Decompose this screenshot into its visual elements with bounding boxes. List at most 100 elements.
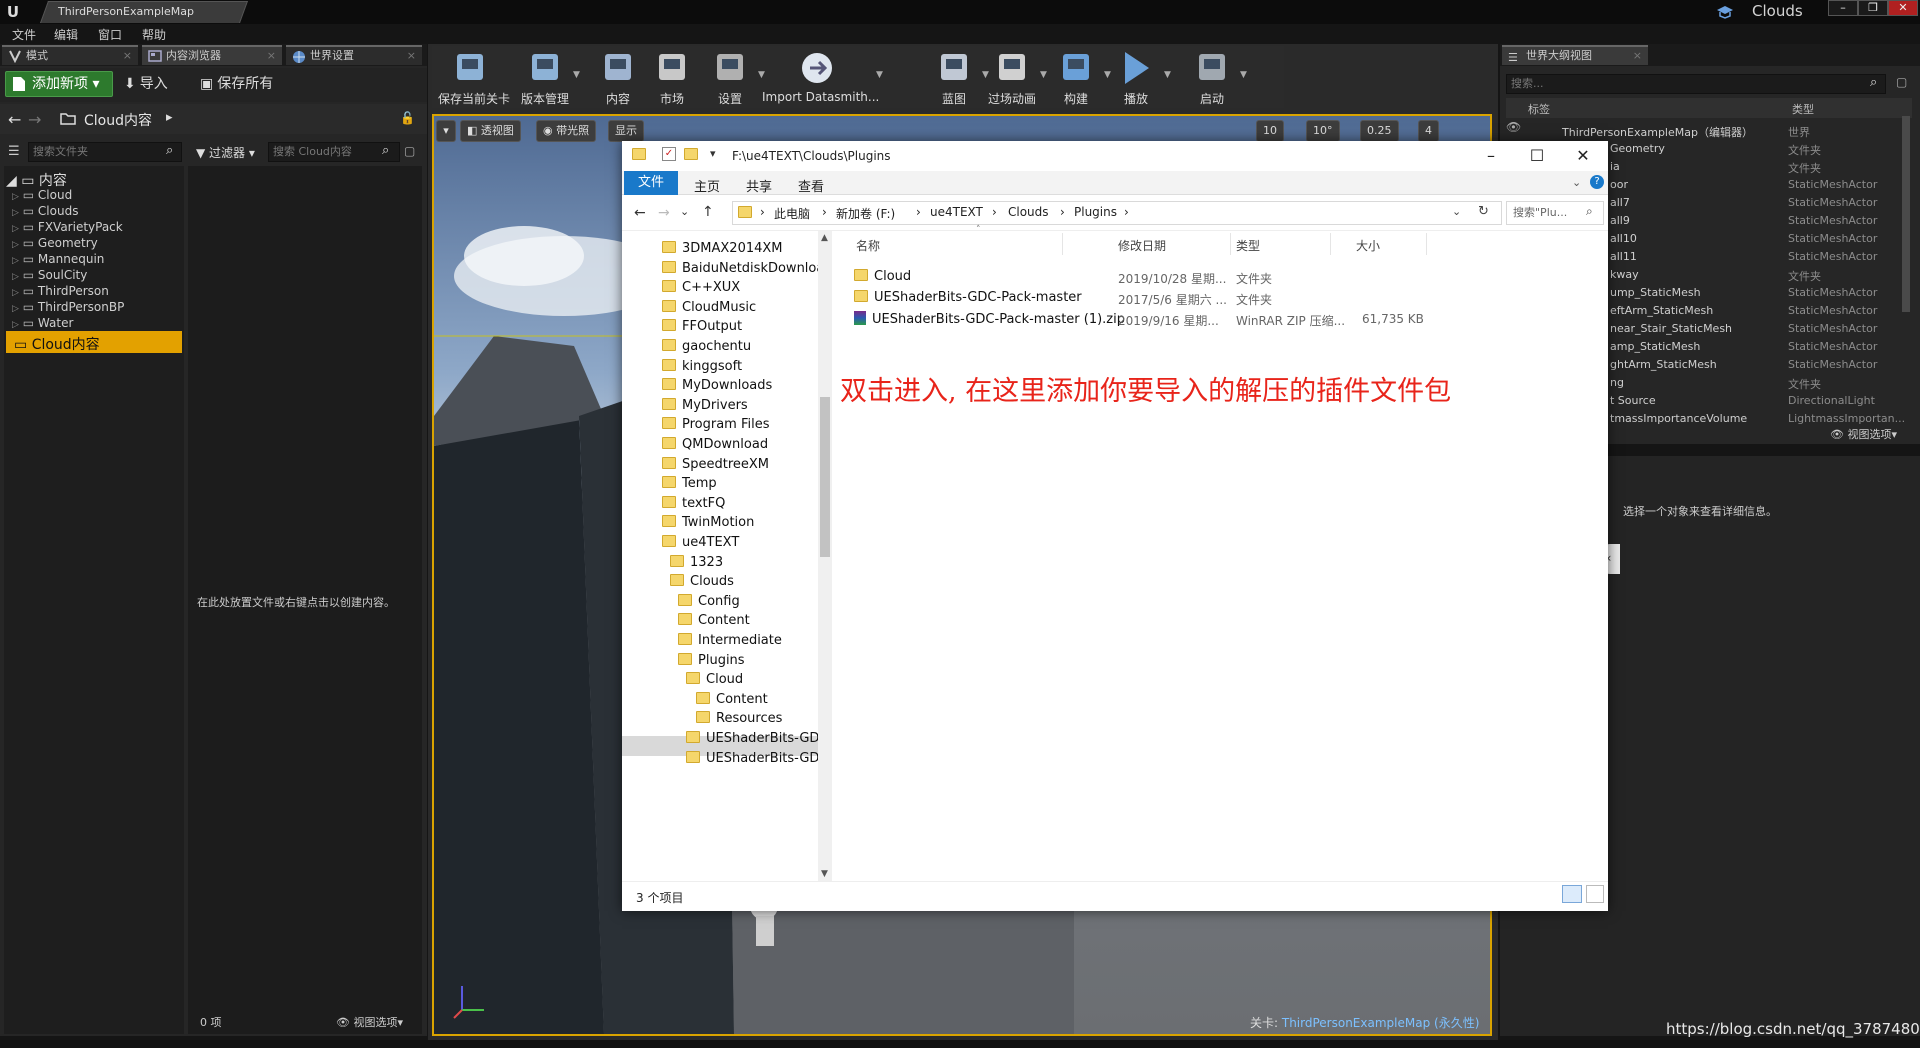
cinematics-button[interactable]: 过场动画 <box>980 48 1044 106</box>
close-button[interactable]: ✕ <box>1888 0 1918 16</box>
back-arrow-icon[interactable]: ← <box>8 110 21 129</box>
quick-access-dropdown-icon[interactable]: ▾ <box>710 147 716 160</box>
nav-item[interactable]: UEShaderBits-GDC <box>686 731 829 746</box>
breadcrumb-plugins[interactable]: Plugins <box>1074 205 1117 219</box>
content-search-input[interactable]: 搜索 Cloud内容 <box>268 142 400 162</box>
nav-item[interactable]: 3DMAX2014XM <box>662 241 783 256</box>
breadcrumb-sep[interactable]: › <box>1060 205 1065 219</box>
maximize-button[interactable]: ❐ <box>1858 0 1888 16</box>
folder-search-input[interactable]: 搜索文件夹 <box>28 142 182 162</box>
ribbon-tab-view[interactable]: 查看 <box>798 176 824 195</box>
tree-item[interactable]: ▷ ▭ ThirdPerson <box>12 284 109 300</box>
add-filter-icon[interactable]: ▢ <box>1896 75 1907 89</box>
nav-item[interactable]: Content <box>696 691 768 707</box>
tree-item[interactable]: ▷ ▭ ThirdPersonBP <box>12 300 124 316</box>
eye-icon[interactable]: 👁 <box>1506 120 1521 134</box>
nav-item[interactable]: gaochentu <box>662 339 751 354</box>
outliner-row-label[interactable]: near_Stair_StaticMesh <box>1610 322 1732 335</box>
breadcrumb-sep[interactable]: › <box>992 205 997 219</box>
nav-item[interactable]: C++XUX <box>662 280 740 295</box>
nav-item[interactable]: Plugins <box>678 652 745 668</box>
breadcrumb-sep[interactable]: › <box>916 205 921 219</box>
col-name-header[interactable]: 名称 <box>856 237 880 254</box>
outliner-row-label[interactable]: kway <box>1610 268 1639 281</box>
rotation-snap-button[interactable]: 10° <box>1306 120 1340 142</box>
file-row[interactable]: UEShaderBits-GDC-Pack-master (1).zip <box>854 311 1125 327</box>
thumbnails-view-icon[interactable] <box>1586 885 1604 903</box>
nav-item[interactable]: Program Files <box>662 417 770 432</box>
breadcrumb-sep[interactable]: › <box>822 205 827 219</box>
col-modified-header[interactable]: 修改日期 <box>1118 237 1166 254</box>
nav-item[interactable]: Intermediate <box>678 633 782 648</box>
marketplace-button[interactable]: 市场 <box>640 48 704 106</box>
nav-item[interactable]: Temp <box>662 476 717 491</box>
view-options-button[interactable]: 👁 视图选项▾ <box>336 1014 403 1030</box>
address-dropdown-icon[interactable]: ⌄ <box>1452 205 1461 218</box>
expand-arrow-icon[interactable]: ▷ <box>12 192 19 202</box>
expand-arrow-icon[interactable]: ▷ <box>12 208 19 218</box>
file-row[interactable]: UEShaderBits-GDC-Pack-master <box>854 290 1082 305</box>
import-button[interactable]: ⬇ 导入 <box>124 73 168 93</box>
path-label[interactable]: Cloud内容 <box>84 110 152 130</box>
outliner-search-input[interactable]: 搜索... <box>1506 74 1886 94</box>
new-folder-icon[interactable] <box>684 148 704 162</box>
lock-icon[interactable]: 🔓 <box>400 111 415 125</box>
properties-icon[interactable]: ✓ <box>662 147 676 161</box>
save-level-button[interactable]: 保存当前关卡 <box>438 48 510 106</box>
tree-item[interactable]: ▷ ▭ Mannequin <box>12 252 104 268</box>
ribbon-tab-share[interactable]: 共享 <box>746 176 772 195</box>
forward-arrow-icon[interactable]: → <box>658 205 670 221</box>
minimize-button[interactable]: – <box>1828 0 1858 16</box>
forward-arrow-icon[interactable]: → <box>28 110 41 129</box>
expand-arrow-icon[interactable]: ▷ <box>12 272 19 282</box>
nav-item[interactable]: textFQ <box>662 495 725 511</box>
col-type-header[interactable]: 类型 <box>1236 237 1260 254</box>
ribbon-tab-home[interactable]: 主页 <box>694 176 720 195</box>
nav-item[interactable]: MyDownloads <box>662 378 772 393</box>
dropdown-arrow-icon[interactable]: ▼ <box>1240 70 1247 80</box>
close-icon[interactable]: × <box>267 47 276 65</box>
outliner-row-label[interactable]: all10 <box>1610 232 1637 245</box>
nav-item[interactable]: TwinMotion <box>662 515 754 530</box>
back-arrow-icon[interactable]: ← <box>634 205 646 221</box>
expand-arrow-icon[interactable]: ▷ <box>12 288 19 298</box>
col-label-header[interactable]: 标签 <box>1528 101 1550 117</box>
nav-item[interactable]: BaiduNetdiskDownload <box>662 260 833 276</box>
expand-arrow-icon[interactable]: ▷ <box>12 304 19 314</box>
launch-button[interactable]: 启动 <box>1180 48 1244 106</box>
settings-button[interactable]: 设置 <box>698 48 762 106</box>
file-row[interactable]: Cloud <box>854 269 911 284</box>
expand-arrow-icon[interactable]: ▷ <box>12 240 19 250</box>
tree-item[interactable]: ▷ ▭ Water <box>12 316 73 332</box>
build-button[interactable]: 构建 <box>1044 48 1108 106</box>
nav-item[interactable]: 1323 <box>670 554 723 570</box>
tab-world-settings[interactable]: 世界设置 × <box>286 45 422 65</box>
ribbon-expand-icon[interactable]: ⌄ <box>1572 176 1581 189</box>
explorer-maximize-button[interactable]: ☐ <box>1514 143 1560 171</box>
perspective-button[interactable]: ◧ 透视图 <box>460 120 521 142</box>
show-button[interactable]: 显示 <box>608 120 644 142</box>
outliner-row-label[interactable]: all7 <box>1610 196 1630 209</box>
close-icon[interactable]: × <box>407 47 416 65</box>
col-divider[interactable] <box>1062 233 1063 255</box>
outliner-scrollbar[interactable] <box>1902 116 1910 312</box>
save-all-button[interactable]: ▣ 保存所有 <box>200 73 273 93</box>
expand-arrow-icon[interactable]: ▷ <box>12 320 19 330</box>
recent-dropdown-icon[interactable]: ⌄ <box>680 205 689 218</box>
outliner-view-options-button[interactable]: 👁 视图选项▾ <box>1830 426 1897 442</box>
col-divider[interactable] <box>1426 233 1427 255</box>
breadcrumb-ue4text[interactable]: ue4TEXT <box>930 205 983 219</box>
col-type-header[interactable]: 类型 <box>1792 101 1814 117</box>
up-arrow-icon[interactable]: ↑ <box>702 204 714 220</box>
close-icon[interactable]: × <box>123 47 132 65</box>
menu-help[interactable]: 帮助 <box>142 26 166 43</box>
breadcrumb-clouds[interactable]: Clouds <box>1008 205 1049 219</box>
import-datasmith-button[interactable]: Import Datasmith... <box>762 48 879 106</box>
menu-window[interactable]: 窗口 <box>98 26 122 43</box>
outliner-row-label[interactable]: ng <box>1610 376 1624 389</box>
nav-item[interactable]: ue4TEXT <box>662 535 739 550</box>
nav-item[interactable]: Config <box>678 593 740 609</box>
nav-item[interactable]: Clouds <box>670 574 734 589</box>
outliner-row-label[interactable]: all9 <box>1610 214 1630 227</box>
scale-snap-button[interactable]: 0.25 <box>1360 120 1399 142</box>
